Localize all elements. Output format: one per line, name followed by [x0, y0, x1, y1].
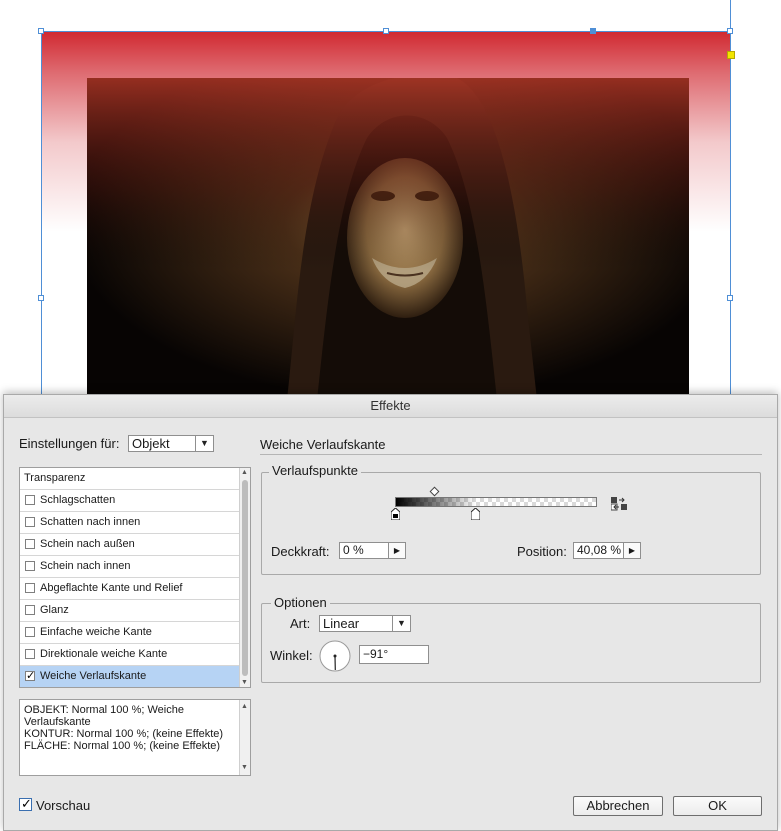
preview-checkbox[interactable]: ✓ — [19, 796, 32, 811]
document-canvas — [0, 0, 781, 401]
chevron-down-icon: ▼ — [392, 616, 410, 631]
chevron-down-icon: ▼ — [195, 436, 213, 451]
checkmark-icon: ✓ — [21, 796, 32, 811]
effect-label: Einfache weiche Kante — [40, 626, 152, 638]
triangle-right-icon[interactable]: ▶ — [388, 543, 405, 558]
section-title: Weiche Verlaufskante — [260, 437, 386, 452]
summary-line: KONTUR: Normal 100 %; (keine Effekte) — [24, 728, 224, 740]
options-title: Optionen — [271, 595, 330, 610]
selection-handle[interactable] — [38, 28, 44, 34]
scroll-down-icon[interactable]: ▼ — [241, 679, 248, 686]
effect-list-item[interactable]: Schlagschatten — [20, 490, 239, 512]
effect-checkbox[interactable] — [25, 561, 35, 571]
opacity-label: Deckkraft: — [271, 544, 330, 559]
preview-label: Vorschau — [36, 798, 91, 813]
type-select-value: Linear — [323, 616, 360, 631]
summary-line: OBJEKT: Normal 100 %; Weiche Verlaufskan… — [24, 704, 184, 728]
angle-dial-icon[interactable] — [319, 640, 351, 672]
stop-marker-icon[interactable] — [390, 507, 401, 521]
summary-scrollbar[interactable]: ▲ ▼ — [239, 700, 250, 775]
effect-label: Schein nach außen — [40, 538, 135, 550]
angle-input[interactable]: −91° — [359, 645, 429, 664]
effect-label: Direktionale weiche Kante — [40, 648, 168, 660]
corner-options-handle[interactable] — [727, 51, 735, 59]
effect-list-item[interactable]: Einfache weiche Kante — [20, 622, 239, 644]
type-select[interactable]: Linear ▼ — [319, 615, 411, 632]
opacity-input[interactable]: 0 % ▶ — [339, 542, 406, 559]
effect-list-item[interactable]: Schein nach außen — [20, 534, 239, 556]
effect-list-item[interactable]: Transparenz — [20, 468, 239, 490]
effects-dialog: Effekte Einstellungen für: Objekt ▼ Tran… — [3, 394, 778, 831]
reverse-gradient-icon[interactable] — [610, 497, 627, 511]
gradient-stops-title: Verlaufspunkte — [269, 463, 362, 478]
scroll-up-icon[interactable]: ▲ — [241, 701, 248, 713]
gradient-ramp[interactable] — [395, 497, 597, 507]
effect-list-item[interactable]: Schatten nach innen — [20, 512, 239, 534]
effect-label: Weiche Verlaufskante — [40, 670, 147, 682]
effect-checkbox[interactable]: ✓ — [25, 670, 36, 682]
selection-handle[interactable] — [727, 28, 733, 34]
selection-handle[interactable] — [38, 295, 44, 301]
effect-checkbox[interactable] — [25, 627, 35, 637]
effects-list[interactable]: Transparenz Schlagschatten Schatten nach i… — [19, 467, 251, 688]
dialog-title: Effekte — [4, 395, 777, 418]
stop-marker-icon[interactable] — [470, 507, 481, 521]
effect-list-item[interactable]: Abgeflachte Kante und Relief — [20, 578, 239, 600]
scroll-down-icon[interactable]: ▼ — [241, 762, 248, 774]
effect-checkbox[interactable] — [25, 649, 35, 659]
effect-label: Abgeflachte Kante und Relief — [40, 582, 183, 594]
angle-label: Winkel: — [270, 648, 313, 663]
selection-handle[interactable] — [590, 28, 596, 34]
scroll-thumb[interactable] — [242, 480, 248, 676]
effect-checkbox[interactable] — [25, 539, 35, 549]
summary-line: FLÄCHE: Normal 100 %; (keine Effekte) — [24, 740, 221, 752]
effect-label: Transparenz — [24, 472, 86, 484]
effects-list-scrollbar[interactable]: ▲ ▼ — [239, 468, 250, 687]
selection-handle[interactable] — [383, 28, 389, 34]
section-divider — [260, 454, 762, 455]
position-input[interactable]: 40,08 % ▶ — [573, 542, 641, 559]
effect-checkbox[interactable] — [25, 517, 35, 527]
triangle-right-icon[interactable]: ▶ — [623, 543, 640, 558]
effects-summary: OBJEKT: Normal 100 %; Weiche Verlaufskan… — [19, 699, 251, 776]
position-label: Position: — [517, 544, 567, 559]
settings-label: Einstellungen für: — [19, 436, 120, 451]
effect-label: Glanz — [40, 604, 69, 616]
effect-list-item[interactable]: Direktionale weiche Kante — [20, 644, 239, 666]
effect-label: Schatten nach innen — [40, 516, 141, 528]
type-label: Art: — [290, 616, 311, 631]
selection-handle[interactable] — [727, 295, 733, 301]
effect-checkbox[interactable] — [25, 495, 35, 505]
effect-label: Schein nach innen — [40, 560, 131, 572]
guide-line — [730, 0, 731, 31]
photo-image[interactable] — [87, 78, 689, 400]
effect-list-item[interactable]: Schein nach innen — [20, 556, 239, 578]
effect-label: Schlagschatten — [40, 494, 116, 506]
checkmark-icon: ✓ — [26, 670, 36, 682]
angle-value: −91° — [363, 647, 389, 661]
effect-checkbox[interactable] — [25, 605, 35, 615]
ok-button[interactable]: OK — [673, 796, 762, 816]
settings-select[interactable]: Objekt ▼ — [128, 435, 214, 452]
effect-checkbox[interactable] — [25, 583, 35, 593]
opacity-value: 0 % — [343, 543, 364, 557]
cancel-button[interactable]: Abbrechen — [573, 796, 663, 816]
position-value: 40,08 % — [577, 543, 622, 557]
effect-list-item[interactable]: ✓ Weiche Verlaufskante — [20, 666, 239, 687]
scroll-up-icon[interactable]: ▲ — [241, 469, 248, 476]
settings-select-value: Objekt — [132, 436, 170, 451]
effect-list-item[interactable]: Glanz — [20, 600, 239, 622]
gradient-stops-group — [261, 472, 761, 575]
